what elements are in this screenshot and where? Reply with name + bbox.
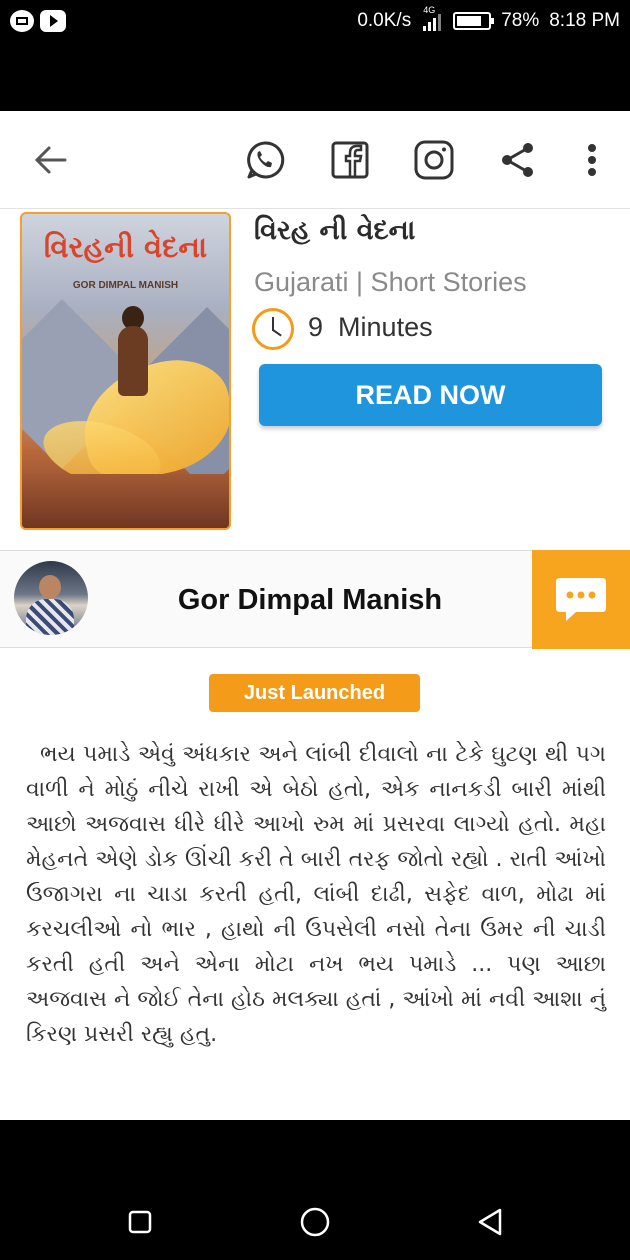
book-cover[interactable]: વિરહની વેદના GOR DIMPAL MANISH: [20, 212, 231, 530]
book-category: Gujarati | Short Stories: [254, 267, 527, 297]
battery-icon: [453, 12, 495, 30]
duration-value: 9: [308, 312, 324, 342]
home-icon[interactable]: [293, 1200, 337, 1244]
cover-title: વિરહની વેદના: [43, 230, 208, 264]
system-nav-bar: [0, 1170, 630, 1260]
chat-bubble-icon: [556, 577, 606, 621]
read-now-button[interactable]: READ NOW: [259, 364, 602, 426]
bottom-spacer: [0, 1120, 630, 1170]
youtube-notification-icon: [40, 10, 66, 32]
story-detail: વિરહની વેદના GOR DIMPAL MANISH વિરહ ની વ…: [0, 209, 630, 1120]
message-notification-icon: [10, 10, 34, 32]
signal-icon: 4G: [421, 5, 443, 31]
author-name[interactable]: Gor Dimpal Manish: [90, 551, 530, 649]
cover-author: GOR DIMPAL MANISH: [72, 280, 179, 291]
status-bar: 0.0K/s 4G 78% 8:18 PM: [0, 0, 630, 44]
just-launched-badge: Just Launched: [209, 674, 420, 712]
whatsapp-icon[interactable]: [243, 138, 287, 182]
share-icon[interactable]: [496, 138, 540, 182]
app-header-spacer: [0, 44, 630, 111]
net-speed: 0.0K/s: [357, 10, 412, 31]
author-bar: Gor Dimpal Manish: [0, 550, 630, 649]
instagram-icon[interactable]: [412, 138, 456, 182]
story-excerpt: ભય પમાડે એવું અંધકાર અને લાંબી દીવાલો ના…: [26, 742, 606, 1047]
read-duration: 9 Minutes: [308, 312, 433, 343]
chat-button[interactable]: [532, 550, 630, 649]
more-vert-icon[interactable]: [570, 138, 614, 182]
back-arrow-icon[interactable]: [28, 138, 72, 182]
facebook-icon[interactable]: [328, 138, 372, 182]
battery-level: 78%: [501, 10, 540, 31]
duration-unit: Minutes: [338, 312, 433, 342]
nav-back-icon[interactable]: [468, 1200, 512, 1244]
clock-time: 8:18 PM: [549, 10, 620, 31]
book-title: વિરહ ની વેદના: [254, 215, 416, 246]
clock-icon: [252, 308, 294, 350]
toolbar: [0, 111, 630, 209]
recent-apps-icon[interactable]: [118, 1200, 162, 1244]
author-avatar[interactable]: [14, 561, 88, 635]
network-type: 4G: [423, 5, 436, 15]
